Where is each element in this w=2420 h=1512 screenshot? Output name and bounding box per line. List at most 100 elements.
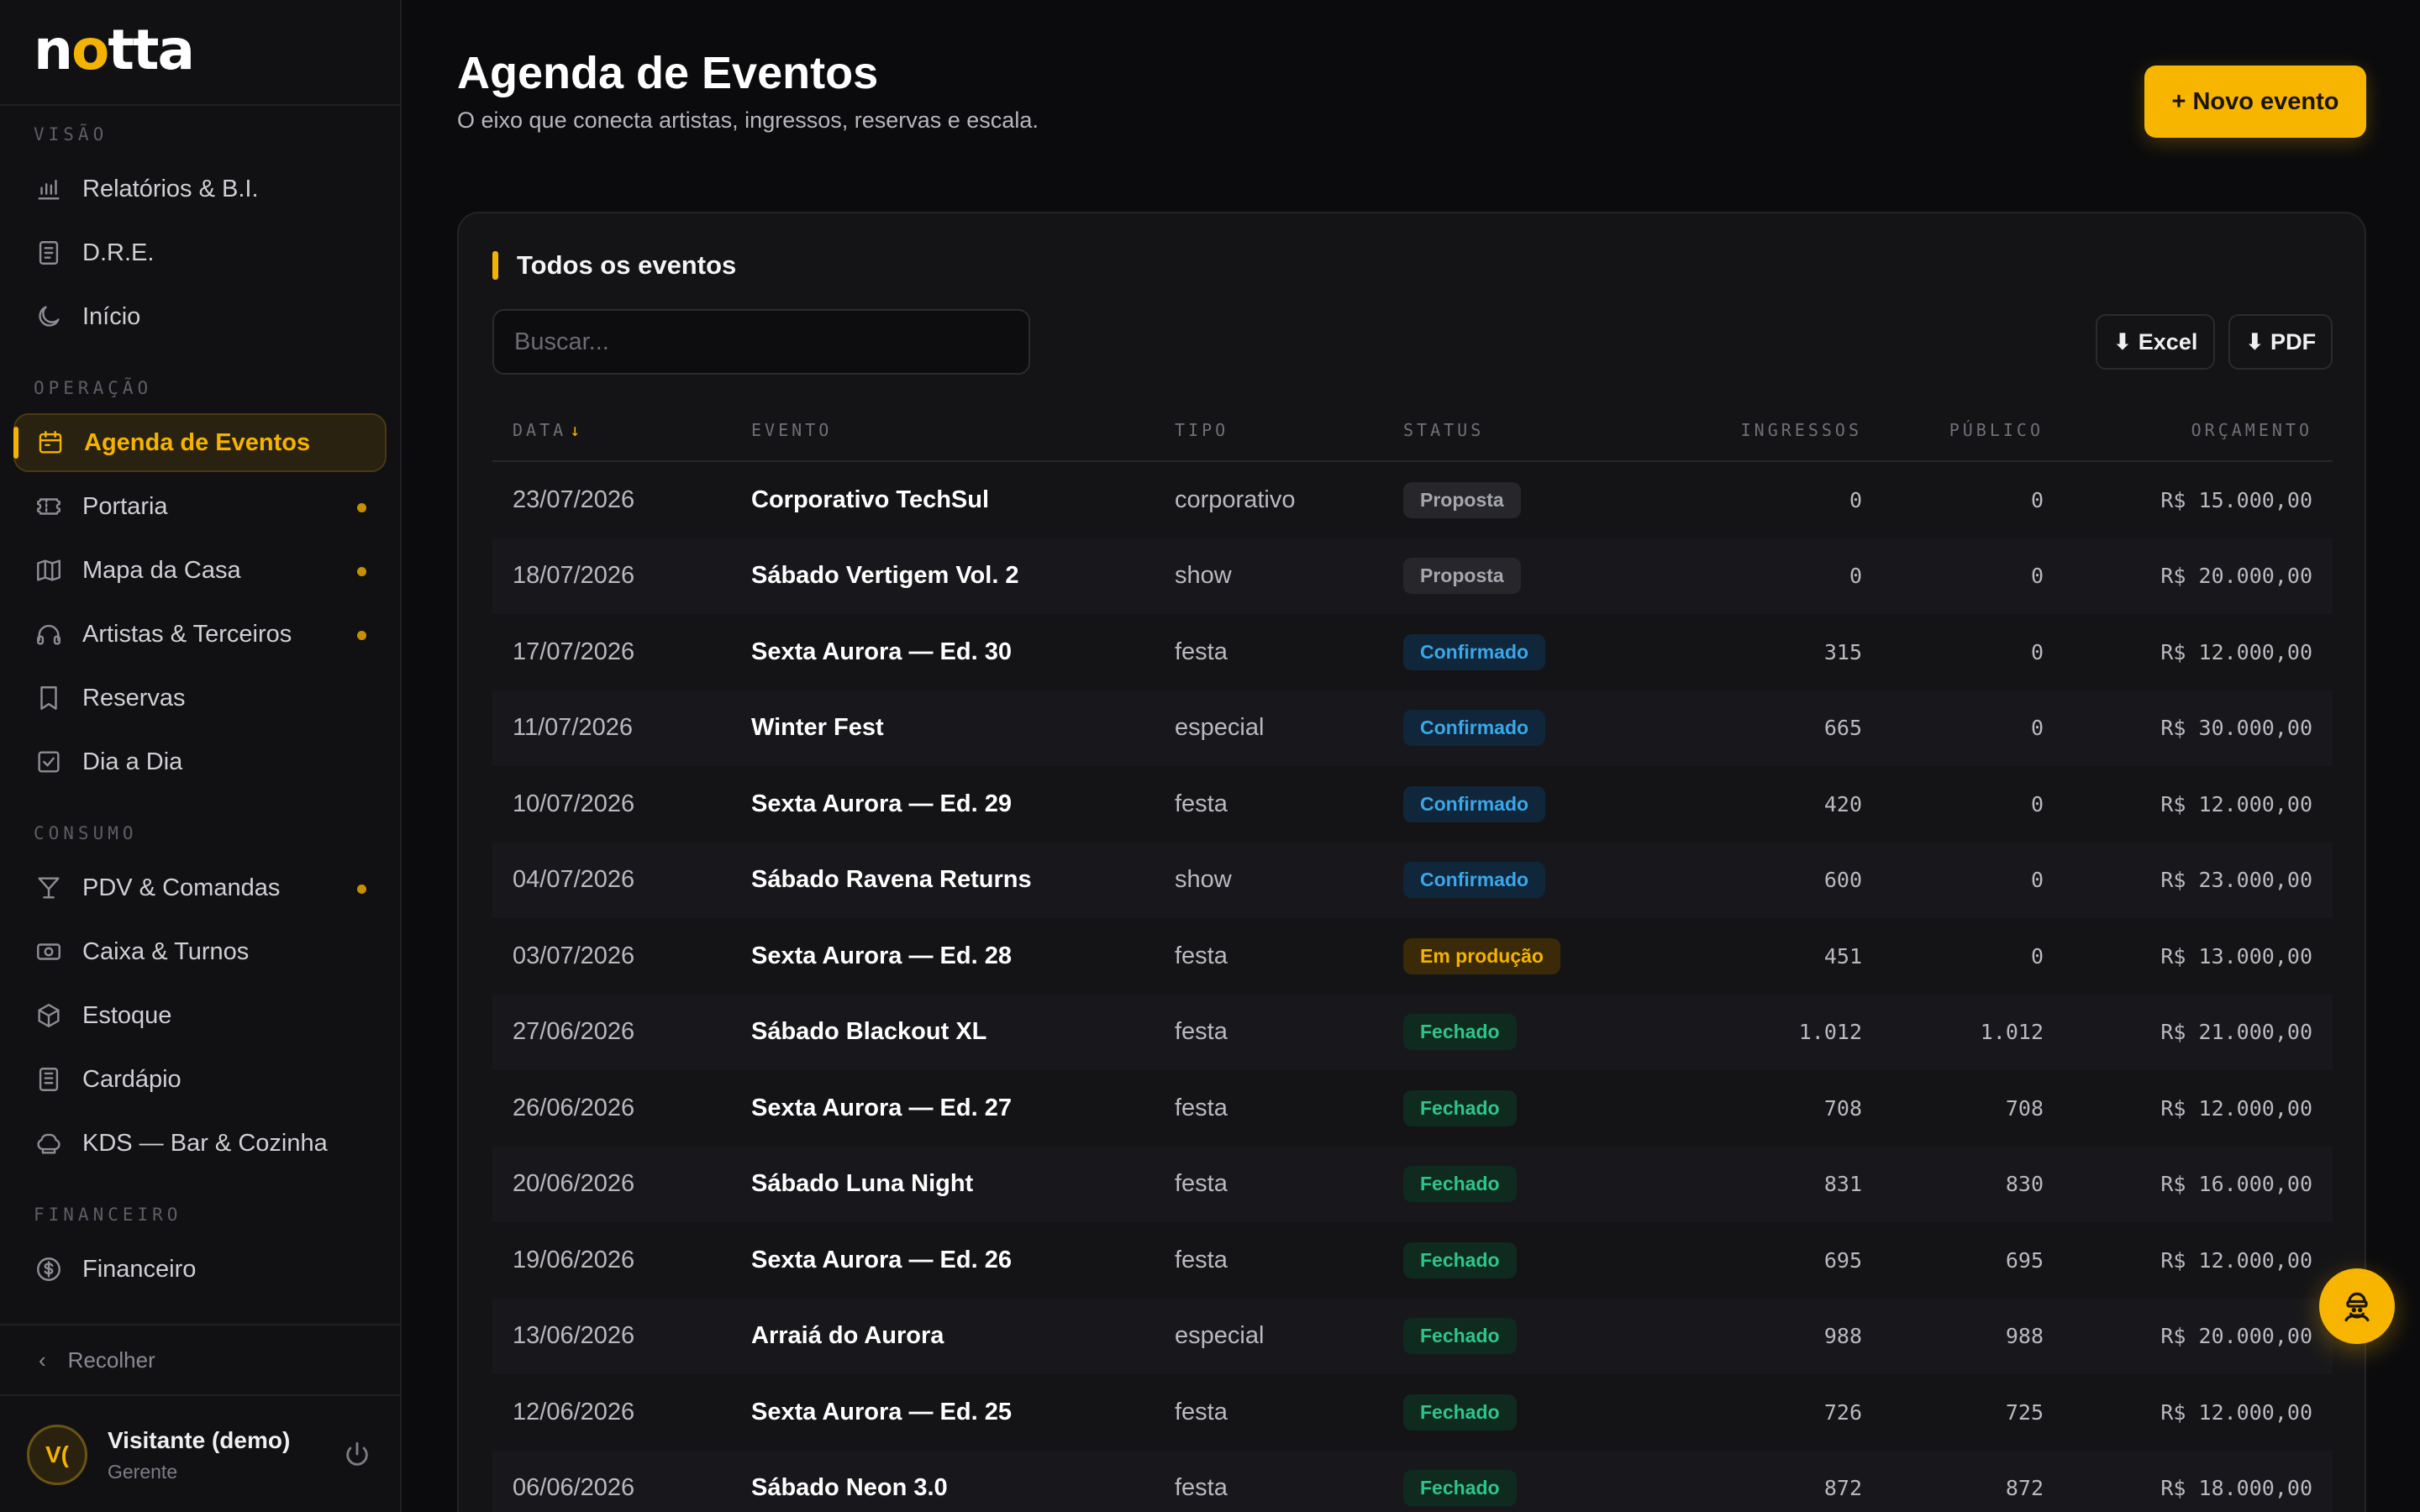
search-input[interactable] bbox=[492, 309, 1030, 375]
brand-logo[interactable]: notta bbox=[0, 0, 400, 106]
document-icon bbox=[34, 238, 64, 268]
cell-status: Fechado bbox=[1403, 1070, 1517, 1147]
cell-type: festa bbox=[1175, 1018, 1228, 1046]
sidebar-item-d-r-e[interactable]: D.R.E. bbox=[13, 223, 387, 282]
cell-type: festa bbox=[1175, 790, 1228, 817]
col-header-orcamento[interactable]: ORÇAMENTO bbox=[2191, 420, 2312, 440]
cell-event: Sábado Blackout XL bbox=[751, 1018, 987, 1046]
notification-dot bbox=[357, 567, 366, 576]
cell-ingressos: 708 bbox=[1823, 1095, 1862, 1121]
cell-orcamento: R$ 23.000,00 bbox=[2160, 868, 2312, 893]
col-header-ingressos[interactable]: INGRESSOS bbox=[1741, 420, 1862, 440]
sidebar-item-artistas-terceiros[interactable]: Artistas & Terceiros bbox=[13, 605, 387, 664]
collapse-sidebar-button[interactable]: ‹ Recolher bbox=[0, 1324, 400, 1396]
cell-publico: 708 bbox=[2005, 1095, 2044, 1121]
export-excel-button[interactable]: ⬇ Excel bbox=[2096, 314, 2215, 370]
sidebar-item-agenda-de-eventos[interactable]: Agenda de Eventos bbox=[13, 413, 387, 472]
cell-publico: 872 bbox=[2005, 1476, 2044, 1501]
table-row[interactable]: 03/07/2026 Sexta Aurora — Ed. 28 festa Em p… bbox=[492, 918, 2333, 995]
new-event-button[interactable]: + Novo evento bbox=[2144, 66, 2366, 138]
cell-date: 19/06/2026 bbox=[513, 1246, 635, 1273]
cell-ingressos: 600 bbox=[1823, 868, 1862, 893]
sidebar-item-label: Reservas bbox=[82, 684, 186, 711]
sidebar-item-dia-a-dia[interactable]: Dia a Dia bbox=[13, 732, 387, 791]
cell-publico: 0 bbox=[2030, 487, 2044, 512]
table-body: 23/07/2026 Corporativo TechSul corporativo… bbox=[492, 462, 2333, 1512]
cell-type: festa bbox=[1175, 638, 1228, 665]
col-header-status[interactable]: STATUS bbox=[1403, 420, 1484, 440]
cell-status: Fechado bbox=[1403, 1374, 1517, 1451]
table-row[interactable]: 13/06/2026 Arraiá do Aurora especial Fechad… bbox=[492, 1298, 2333, 1374]
table-row[interactable]: 19/06/2026 Sexta Aurora — Ed. 26 festa Fech… bbox=[492, 1222, 2333, 1299]
sidebar-item-caixa-turnos[interactable]: Caixa & Turnos bbox=[13, 922, 387, 981]
cell-event: Arraiá do Aurora bbox=[751, 1322, 944, 1350]
table-row[interactable]: 12/06/2026 Sexta Aurora — Ed. 25 festa Fech… bbox=[492, 1374, 2333, 1451]
sidebar-item-label: Portaria bbox=[82, 492, 168, 520]
table-header: DATA ↓ EVENTO TIPO STATUS INGRESSOS PÚBLI… bbox=[492, 395, 2333, 462]
col-header-data[interactable]: DATA ↓ bbox=[513, 420, 580, 440]
cell-orcamento: R$ 12.000,00 bbox=[2160, 639, 2312, 664]
cell-type: festa bbox=[1175, 1246, 1228, 1273]
section-label: OPERAÇÃO bbox=[34, 378, 153, 398]
sidebar-item-reservas[interactable]: Reservas bbox=[13, 669, 387, 727]
sort-arrow-down-icon: ↓ bbox=[570, 420, 581, 440]
sidebar-item-pdv-comandas[interactable]: PDV & Comandas bbox=[13, 858, 387, 917]
sidebar-item-label: Cardápio bbox=[82, 1065, 182, 1093]
user-role: Gerente bbox=[108, 1460, 178, 1483]
table-row[interactable]: 20/06/2026 Sábado Luna Night festa Fechado 8… bbox=[492, 1146, 2333, 1222]
sidebar-item-label: Artistas & Terceiros bbox=[82, 620, 292, 648]
cell-orcamento: R$ 20.000,00 bbox=[2160, 1324, 2312, 1349]
cocktail-icon bbox=[34, 873, 64, 903]
table-row[interactable]: 04/07/2026 Sábado Ravena Returns show Confi… bbox=[492, 842, 2333, 919]
table-row[interactable]: 17/07/2026 Sexta Aurora — Ed. 30 festa Conf… bbox=[492, 614, 2333, 690]
sidebar-item-portaria[interactable]: Portaria bbox=[13, 477, 387, 536]
sidebar-item-label: Dia a Dia bbox=[82, 748, 183, 775]
check-square-icon bbox=[34, 747, 64, 777]
col-header-evento[interactable]: EVENTO bbox=[751, 420, 832, 440]
section-label: CONSUMO bbox=[34, 823, 138, 843]
sidebar-item-mapa-da-casa[interactable]: Mapa da Casa bbox=[13, 541, 387, 600]
cell-ingressos: 315 bbox=[1823, 639, 1862, 664]
cell-type: festa bbox=[1175, 942, 1228, 969]
sidebar-item-estoque[interactable]: Estoque bbox=[13, 986, 387, 1045]
table-row[interactable]: 06/06/2026 Sábado Neon 3.0 festa Fechado 872… bbox=[492, 1450, 2333, 1512]
table-row[interactable]: 18/07/2026 Sábado Vertigem Vol. 2 show Prop… bbox=[492, 538, 2333, 614]
logo-pre: n bbox=[34, 18, 73, 82]
power-icon[interactable] bbox=[343, 1440, 371, 1473]
sidebar-item-label: Agenda de Eventos bbox=[84, 428, 311, 456]
export-pdf-button[interactable]: ⬇ PDF bbox=[2228, 314, 2333, 370]
sidebar-item-relatorios-b-i[interactable]: Relatórios & B.I. bbox=[13, 160, 387, 218]
table-row[interactable]: 27/06/2026 Sábado Blackout XL festa Fechado… bbox=[492, 994, 2333, 1070]
cell-status: Confirmado bbox=[1403, 843, 1546, 919]
cell-status: Fechado bbox=[1403, 1222, 1517, 1299]
table-row[interactable]: 10/07/2026 Sexta Aurora — Ed. 29 festa Conf… bbox=[492, 766, 2333, 843]
cell-publico: 0 bbox=[2030, 868, 2044, 893]
col-header-publico[interactable]: PÚBLICO bbox=[1949, 420, 2044, 440]
notification-dot bbox=[357, 631, 366, 640]
status-badge: Fechado bbox=[1403, 1014, 1517, 1051]
sidebar-item-kds-bar-cozinha[interactable]: KDS — Bar & Cozinha bbox=[13, 1114, 387, 1173]
status-badge: Fechado bbox=[1403, 1166, 1517, 1203]
cell-ingressos: 831 bbox=[1823, 1172, 1862, 1197]
avatar[interactable]: V( bbox=[27, 1425, 87, 1485]
cell-date: 26/06/2026 bbox=[513, 1094, 635, 1121]
cell-orcamento: R$ 20.000,00 bbox=[2160, 564, 2312, 589]
sidebar-item-label: Mapa da Casa bbox=[82, 556, 241, 584]
bookmark-icon bbox=[34, 683, 64, 713]
sidebar-nav: VISÃO Relatórios & B.I. D.R.E. Início OPERAÇ… bbox=[0, 106, 400, 1324]
section-label: VISÃO bbox=[34, 124, 108, 144]
cell-event: Sábado Ravena Returns bbox=[751, 866, 1032, 894]
box-icon bbox=[34, 1000, 64, 1031]
sidebar-item-cardapio[interactable]: Cardápio bbox=[13, 1050, 387, 1109]
cell-ingressos: 0 bbox=[1849, 487, 1862, 512]
assistant-fab-button[interactable] bbox=[2319, 1268, 2395, 1344]
col-header-tipo[interactable]: TIPO bbox=[1175, 420, 1228, 440]
table-row[interactable]: 11/07/2026 Winter Fest especial Confirmado 6… bbox=[492, 690, 2333, 766]
status-badge: Proposta bbox=[1403, 481, 1521, 518]
events-table: DATA ↓ EVENTO TIPO STATUS INGRESSOS PÚBLI… bbox=[492, 395, 2333, 1512]
cell-ingressos: 695 bbox=[1823, 1247, 1862, 1273]
table-row[interactable]: 23/07/2026 Corporativo TechSul corporativo… bbox=[492, 462, 2333, 538]
table-row[interactable]: 26/06/2026 Sexta Aurora — Ed. 27 festa Fech… bbox=[492, 1070, 2333, 1147]
sidebar-item-financeiro[interactable]: Financeiro bbox=[13, 1240, 387, 1299]
sidebar-item-inicio[interactable]: Início bbox=[13, 287, 387, 346]
